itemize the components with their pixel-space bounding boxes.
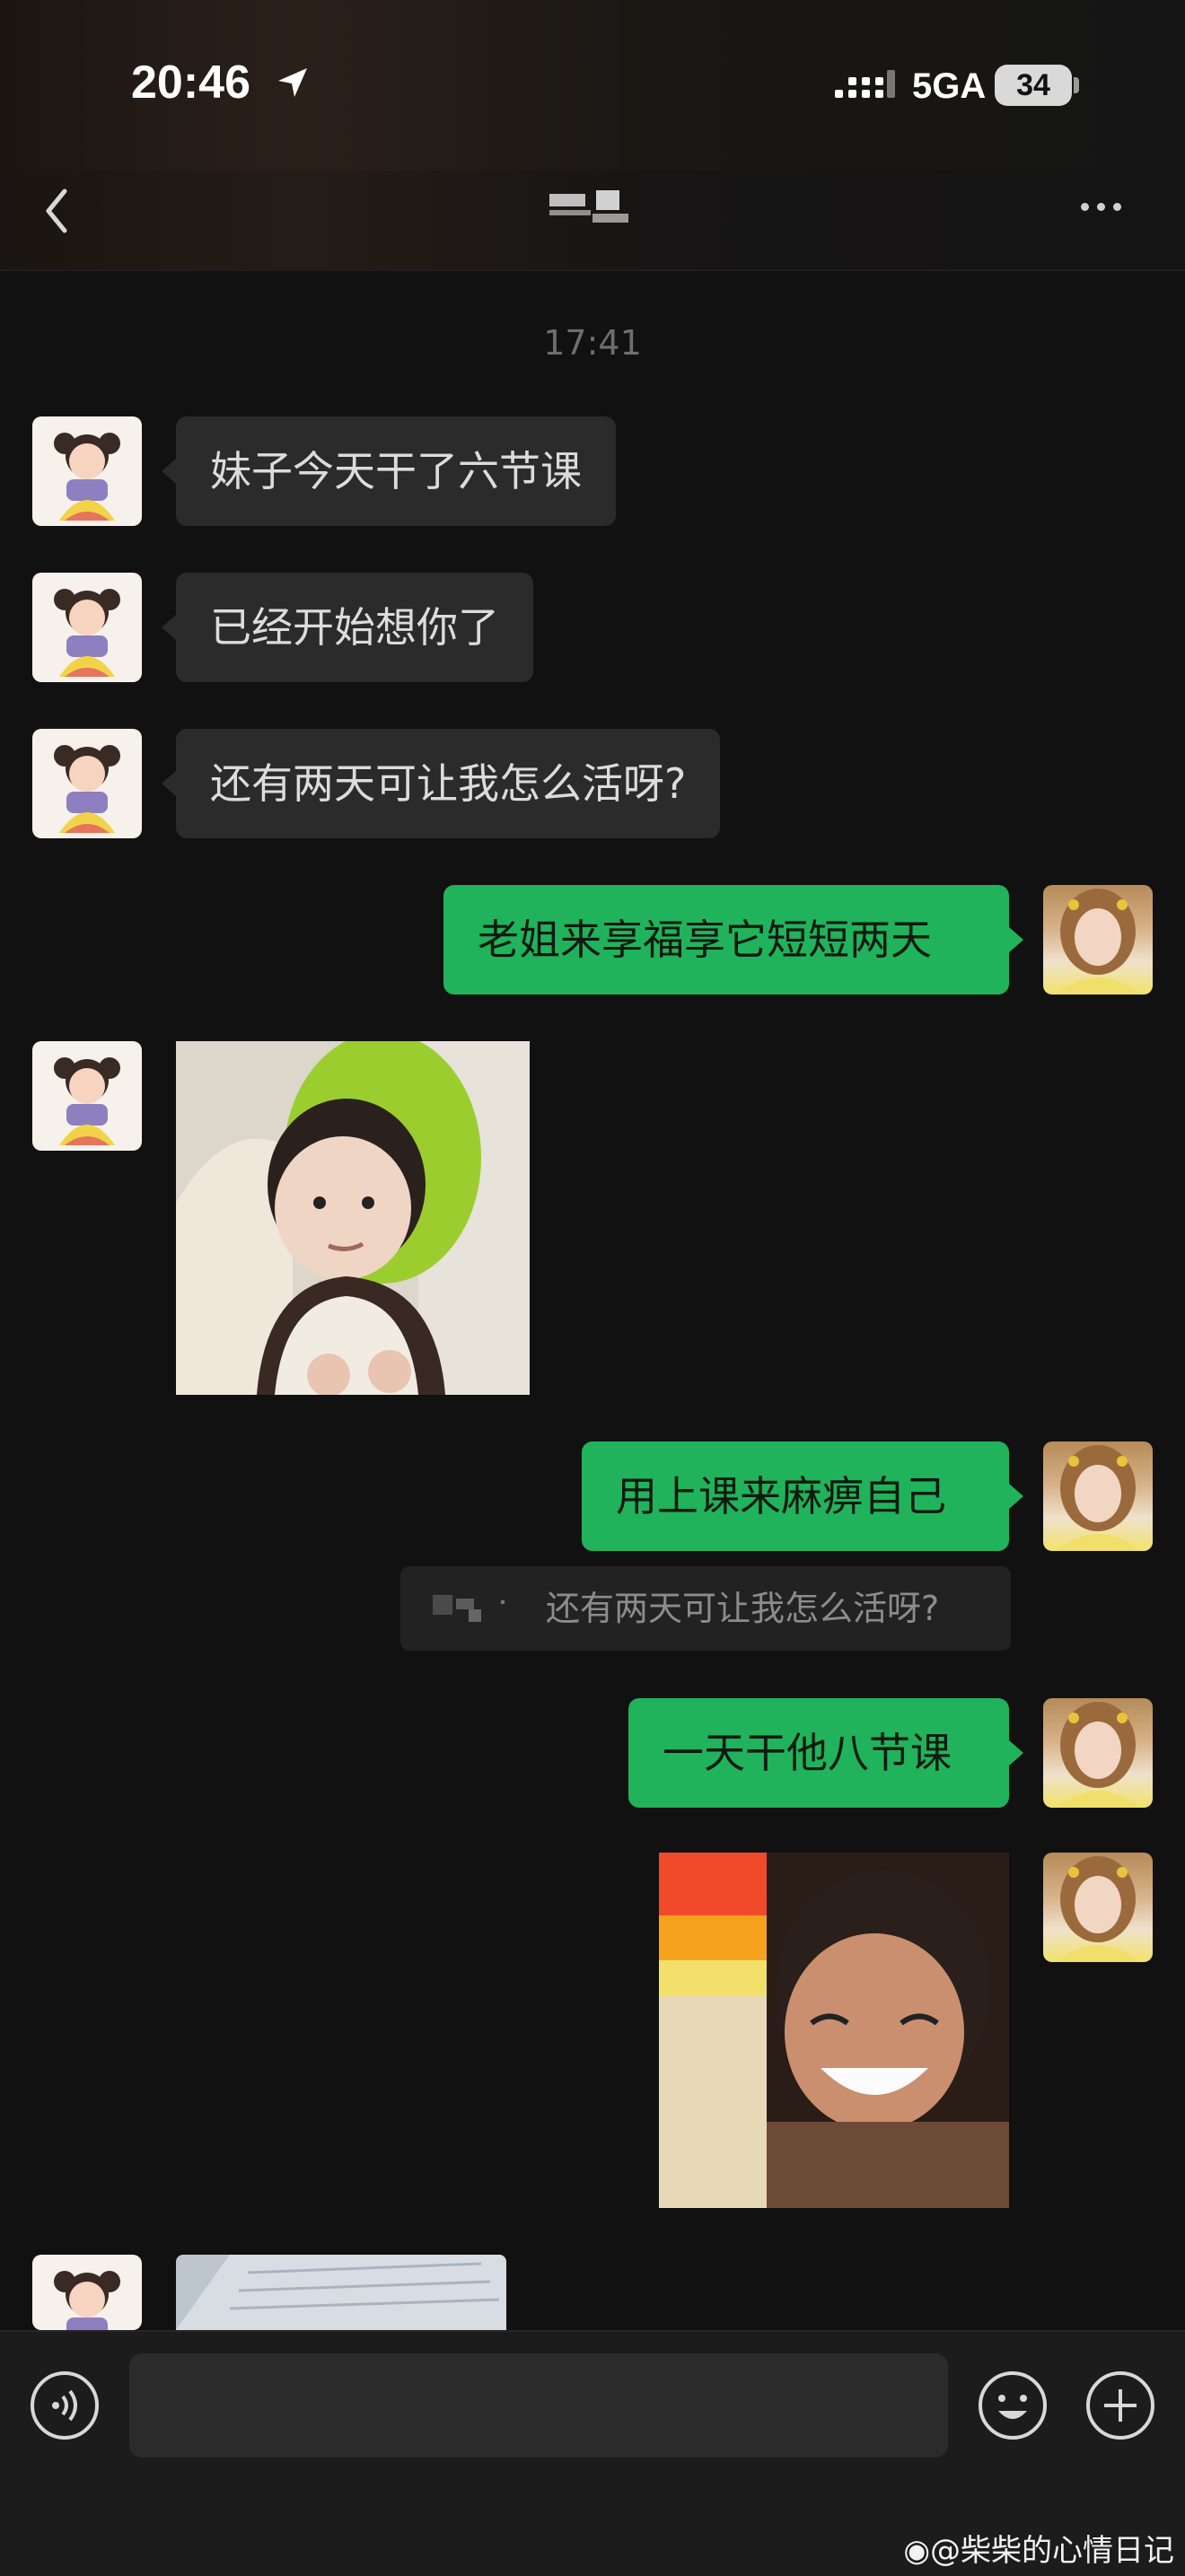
contact-avatar[interactable] (32, 416, 142, 526)
outgoing-message[interactable]: 用上课来麻痹自己 (582, 1441, 1009, 1551)
location-arrow-icon (278, 68, 307, 97)
message-timestamp: 17:41 (543, 323, 642, 363)
my-avatar[interactable] (1043, 1853, 1153, 1962)
my-avatar[interactable] (1043, 885, 1153, 994)
laughing-child-sticker-image[interactable] (659, 1853, 1009, 2208)
partial-photo-image[interactable] (176, 2255, 506, 2330)
watermark-text: @柴柴的心情日记 (930, 2533, 1174, 2569)
watermark: ◉@柴柴的心情日记 (903, 2526, 1174, 2570)
toddler-sticker-image[interactable] (176, 1041, 530, 1395)
contact-name-redacted (549, 190, 628, 223)
quoted-message[interactable]: 还有两天可让我怎么活呀? (400, 1566, 1011, 1651)
incoming-message[interactable]: 妹子今天干了六节课 (176, 416, 616, 526)
more-dots-icon[interactable] (1081, 197, 1129, 215)
incoming-message[interactable]: 还有两天可让我怎么活呀? (176, 729, 721, 838)
bubble-tail (1009, 927, 1023, 952)
incoming-message[interactable]: 已经开始想你了 (176, 573, 533, 682)
quoted-text: 还有两天可让我怎么活呀? (546, 1589, 940, 1628)
signal-icon (835, 70, 895, 98)
contact-avatar[interactable] (32, 729, 142, 838)
message-input[interactable] (129, 2353, 948, 2458)
battery-tip (1074, 77, 1079, 93)
contact-avatar[interactable] (32, 573, 142, 682)
plus-icon[interactable] (1084, 2370, 1156, 2441)
weibo-logo-icon: ◉ (903, 2533, 930, 2569)
bubble-tail (1009, 1740, 1023, 1766)
bubble-tail (162, 615, 176, 640)
voice-icon[interactable] (29, 2370, 101, 2441)
contact-avatar[interactable] (32, 1041, 142, 1151)
battery-level: 34 (995, 65, 1072, 106)
bubble-tail (162, 771, 176, 796)
chevron-left-icon[interactable] (40, 184, 75, 238)
bubble-tail (1009, 1484, 1023, 1509)
my-avatar[interactable] (1043, 1441, 1153, 1551)
outgoing-message[interactable]: 一天干他八节课 (628, 1698, 1009, 1808)
network-type: 5GA (912, 66, 987, 106)
my-avatar[interactable] (1043, 1698, 1153, 1808)
contact-avatar[interactable] (32, 2255, 142, 2330)
status-time: 20:46 (131, 57, 250, 109)
emoji-icon[interactable] (977, 2370, 1049, 2441)
outgoing-message[interactable]: 老姐来享福享它短短两天 (443, 885, 1009, 994)
quoted-sender-redacted (433, 1595, 505, 1622)
bubble-tail (162, 459, 176, 484)
